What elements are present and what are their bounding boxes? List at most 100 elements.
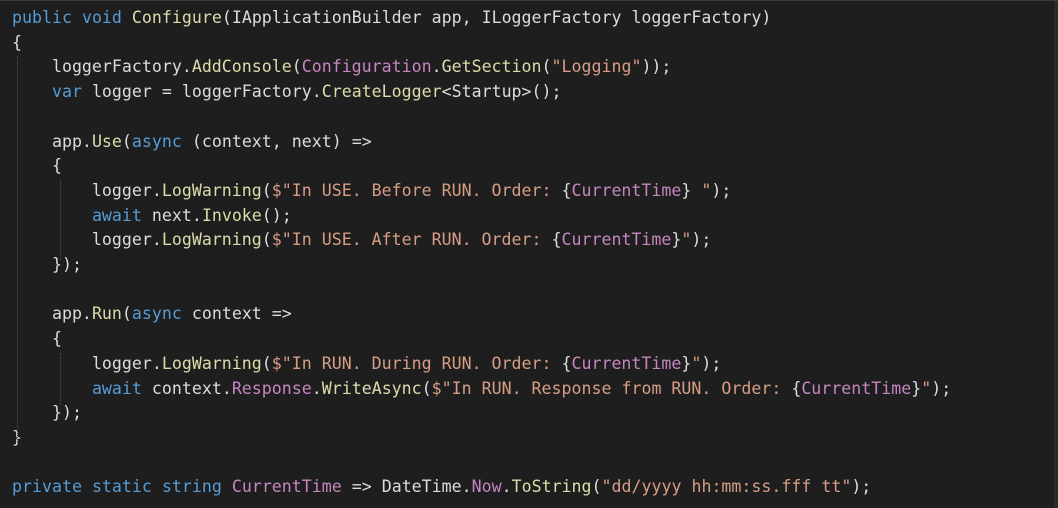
code-token: LogWarning xyxy=(161,180,262,200)
code-token: AddConsole xyxy=(191,57,292,77)
code-token: await xyxy=(91,205,142,225)
code-token: logger. xyxy=(12,230,162,250)
code-token: "dd/yyyy hh:mm:ss.fff tt" xyxy=(601,477,852,497)
code-token: $"In RUN. Response from RUN. Order: xyxy=(431,378,792,398)
code-token: ( xyxy=(261,230,272,250)
code-token: ); xyxy=(851,477,872,497)
code-editor[interactable]: public void Configure(IApplicationBuilde… xyxy=(0,0,1058,508)
code-line[interactable]: logger.LogWarning($"In USE. Before RUN. … xyxy=(12,180,731,202)
code-token: { xyxy=(12,156,62,176)
code-token: { xyxy=(561,180,572,200)
code-token: context => xyxy=(181,304,292,324)
code-token: ( xyxy=(541,57,552,77)
code-token: } xyxy=(911,378,922,398)
code-token: static xyxy=(91,477,152,497)
code-token: . xyxy=(311,378,322,398)
code-token: Run xyxy=(91,304,122,324)
code-token: WriteAsync xyxy=(321,378,422,398)
code-line[interactable]: }); xyxy=(12,402,82,424)
code-token: <Startup>(); xyxy=(441,82,562,102)
code-token: { xyxy=(12,32,22,52)
code-token: $"In USE. Before RUN. Order: xyxy=(271,180,562,200)
code-token: logger. xyxy=(12,353,162,373)
code-token: ( xyxy=(121,131,132,151)
code-token: . xyxy=(501,477,512,497)
code-line[interactable]: app.Use(async (context, next) => xyxy=(12,131,372,153)
code-token: )); xyxy=(641,57,672,77)
code-line[interactable]: loggerFactory.AddConsole(Configuration.G… xyxy=(12,56,671,78)
code-token: CreateLogger xyxy=(321,82,442,102)
indent-guide xyxy=(60,353,61,405)
code-line[interactable]: { xyxy=(12,32,22,54)
code-token: string xyxy=(161,477,222,497)
vertical-scrollbar[interactable] xyxy=(1054,1,1058,508)
code-line[interactable]: logger.LogWarning($"In RUN. During RUN. … xyxy=(12,353,721,375)
indent-guide xyxy=(17,56,18,442)
code-token: ); xyxy=(701,353,722,373)
code-token: " xyxy=(691,353,702,373)
code-token: { xyxy=(561,353,572,373)
code-token: Use xyxy=(91,131,122,151)
code-token: ); xyxy=(691,230,712,250)
code-token: } xyxy=(681,353,692,373)
code-token: ( xyxy=(261,180,272,200)
code-token: await xyxy=(91,378,142,398)
code-line[interactable]: public void Configure(IApplicationBuilde… xyxy=(12,7,771,29)
code-line[interactable]: logger.LogWarning($"In USE. After RUN. O… xyxy=(12,229,711,251)
code-token: " xyxy=(691,180,712,200)
code-token: ( xyxy=(291,57,302,77)
code-token: CurrentTime xyxy=(801,378,912,398)
code-token: " xyxy=(681,230,692,250)
code-token: CurrentTime xyxy=(571,180,682,200)
code-token: { xyxy=(791,378,802,398)
code-line[interactable]: await next.Invoke(); xyxy=(12,205,292,227)
code-line[interactable]: }); xyxy=(12,254,82,276)
code-token: ( xyxy=(591,477,602,497)
code-token: ToString xyxy=(511,477,592,497)
code-token: next. xyxy=(141,205,202,225)
code-token: } xyxy=(671,230,682,250)
code-token: (IApplicationBuilder app, ILoggerFactory… xyxy=(221,8,772,27)
code-token: LogWarning xyxy=(161,230,262,250)
code-token: ); xyxy=(931,378,952,398)
indent-guide xyxy=(60,180,61,260)
code-token: Response xyxy=(231,378,312,398)
code-token: Configuration xyxy=(301,57,432,77)
code-line[interactable]: { xyxy=(12,328,62,350)
code-line[interactable]: var logger = loggerFactory.CreateLogger<… xyxy=(12,81,562,103)
code-token: logger. xyxy=(12,180,162,200)
code-token: => DateTime. xyxy=(341,477,472,497)
code-token: var xyxy=(51,82,82,102)
code-line[interactable]: { xyxy=(12,155,62,177)
code-line[interactable]: app.Run(async context => xyxy=(12,303,292,325)
code-token: $"In RUN. During RUN. Order: xyxy=(271,353,562,373)
code-token: $"In USE. After RUN. Order: xyxy=(271,230,552,250)
code-token: Invoke xyxy=(201,205,262,225)
code-token: " xyxy=(921,378,932,398)
code-token: }); xyxy=(12,255,82,274)
code-token: GetSection xyxy=(441,57,542,77)
code-token: loggerFactory. xyxy=(12,57,192,77)
code-token: LogWarning xyxy=(161,353,262,373)
code-token: app. xyxy=(12,304,92,324)
code-token: ( xyxy=(421,378,432,398)
code-line[interactable]: await context.Response.WriteAsync($"In R… xyxy=(12,378,951,400)
code-token: CurrentTime xyxy=(231,477,342,497)
code-token: private xyxy=(12,477,82,497)
code-token: { xyxy=(12,329,62,349)
code-token: CurrentTime xyxy=(571,353,682,373)
code-token: logger = loggerFactory. xyxy=(81,82,322,102)
code-line[interactable]: private static string CurrentTime => Dat… xyxy=(12,476,871,498)
code-token: ); xyxy=(711,180,732,200)
code-token: Now xyxy=(471,477,502,497)
code-token: context. xyxy=(141,378,232,398)
code-token: } xyxy=(681,180,692,200)
code-token: }); xyxy=(12,403,82,423)
code-token: void xyxy=(81,8,122,27)
code-token: { xyxy=(551,230,562,250)
